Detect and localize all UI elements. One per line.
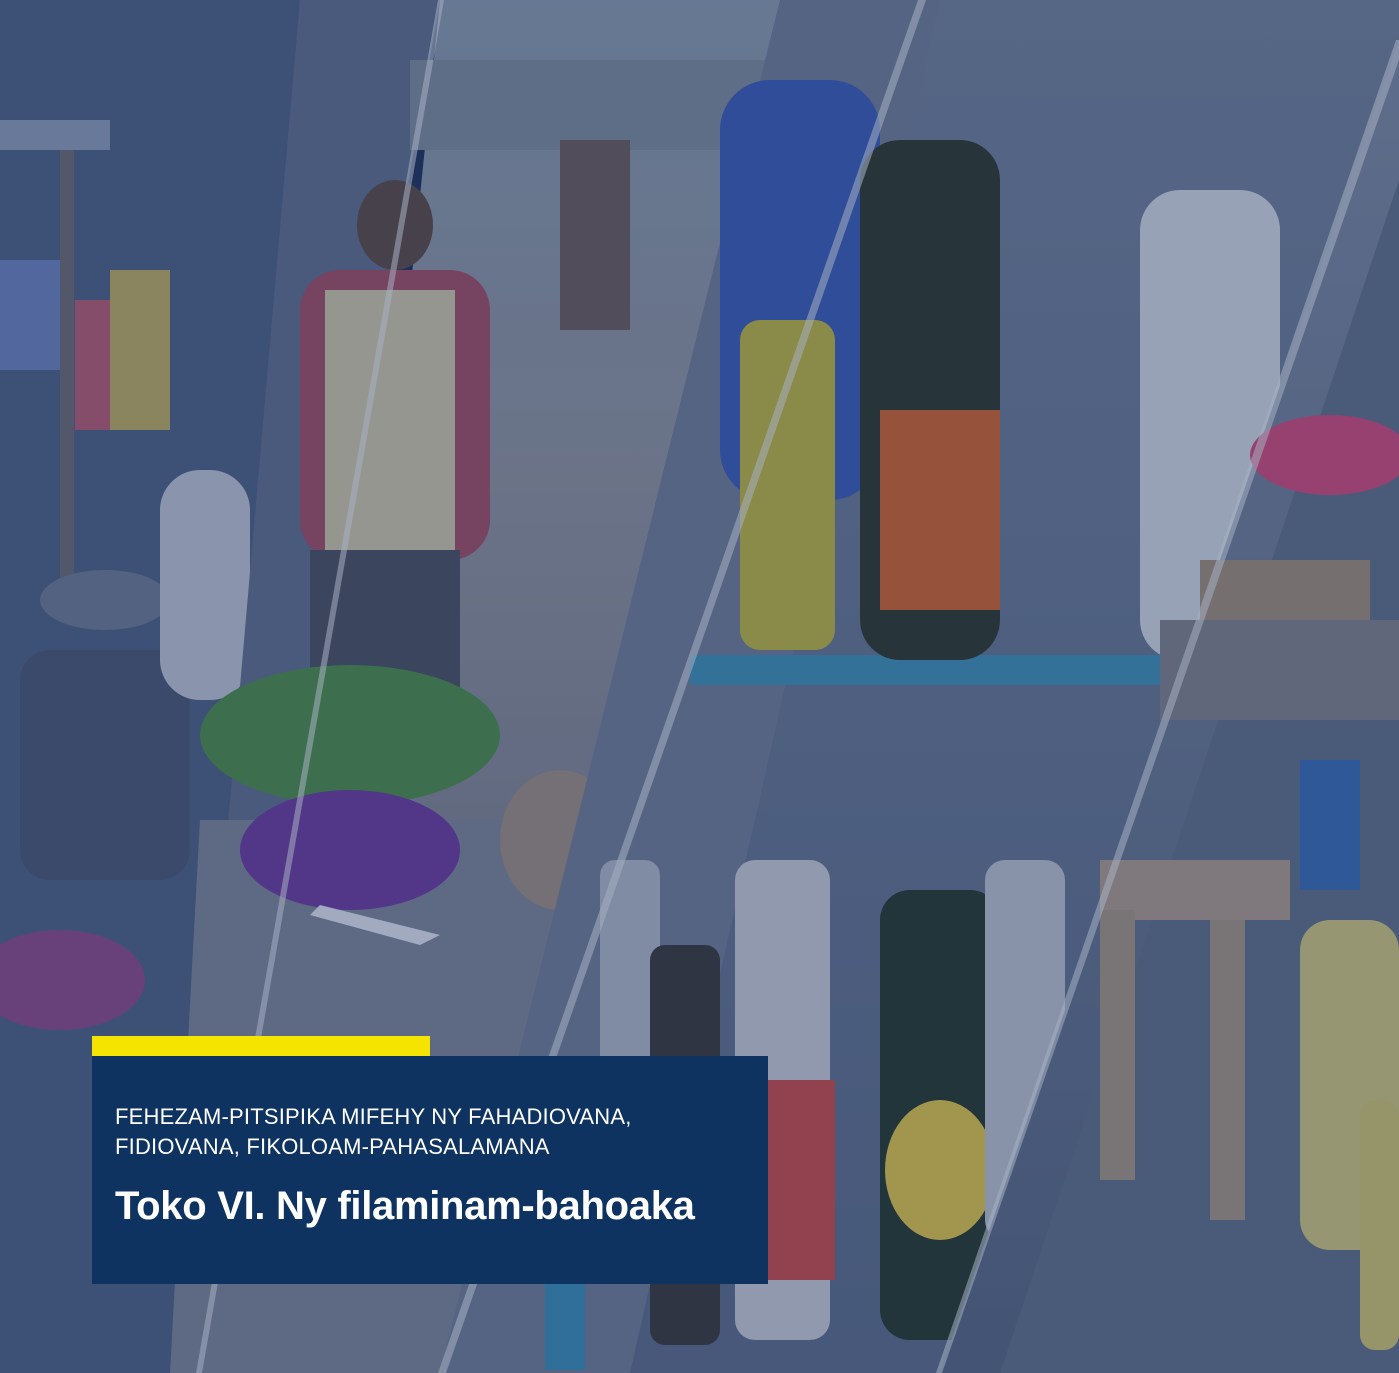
chapter-title: Toko VI. Ny fi­laminam-bahoaka: [115, 1184, 695, 1228]
title-box: FEHEZAM-PITSIPIKA MIFEHY NY FAHADIOVANA,…: [92, 1056, 768, 1284]
document-subtitle: FEHEZAM-PITSIPIKA MIFEHY NY FAHADIOVANA,…: [115, 1102, 744, 1162]
subtitle-line-2: FIDIOVANA, FIKOLOAM-PAHASALAMANA: [115, 1134, 550, 1159]
subtitle-line-1: FEHEZAM-PITSIPIKA MIFEHY NY FAHADIOVANA,: [115, 1104, 632, 1129]
cover-page: FEHEZAM-PITSIPIKA MIFEHY NY FAHADIOVANA,…: [0, 0, 1399, 1373]
